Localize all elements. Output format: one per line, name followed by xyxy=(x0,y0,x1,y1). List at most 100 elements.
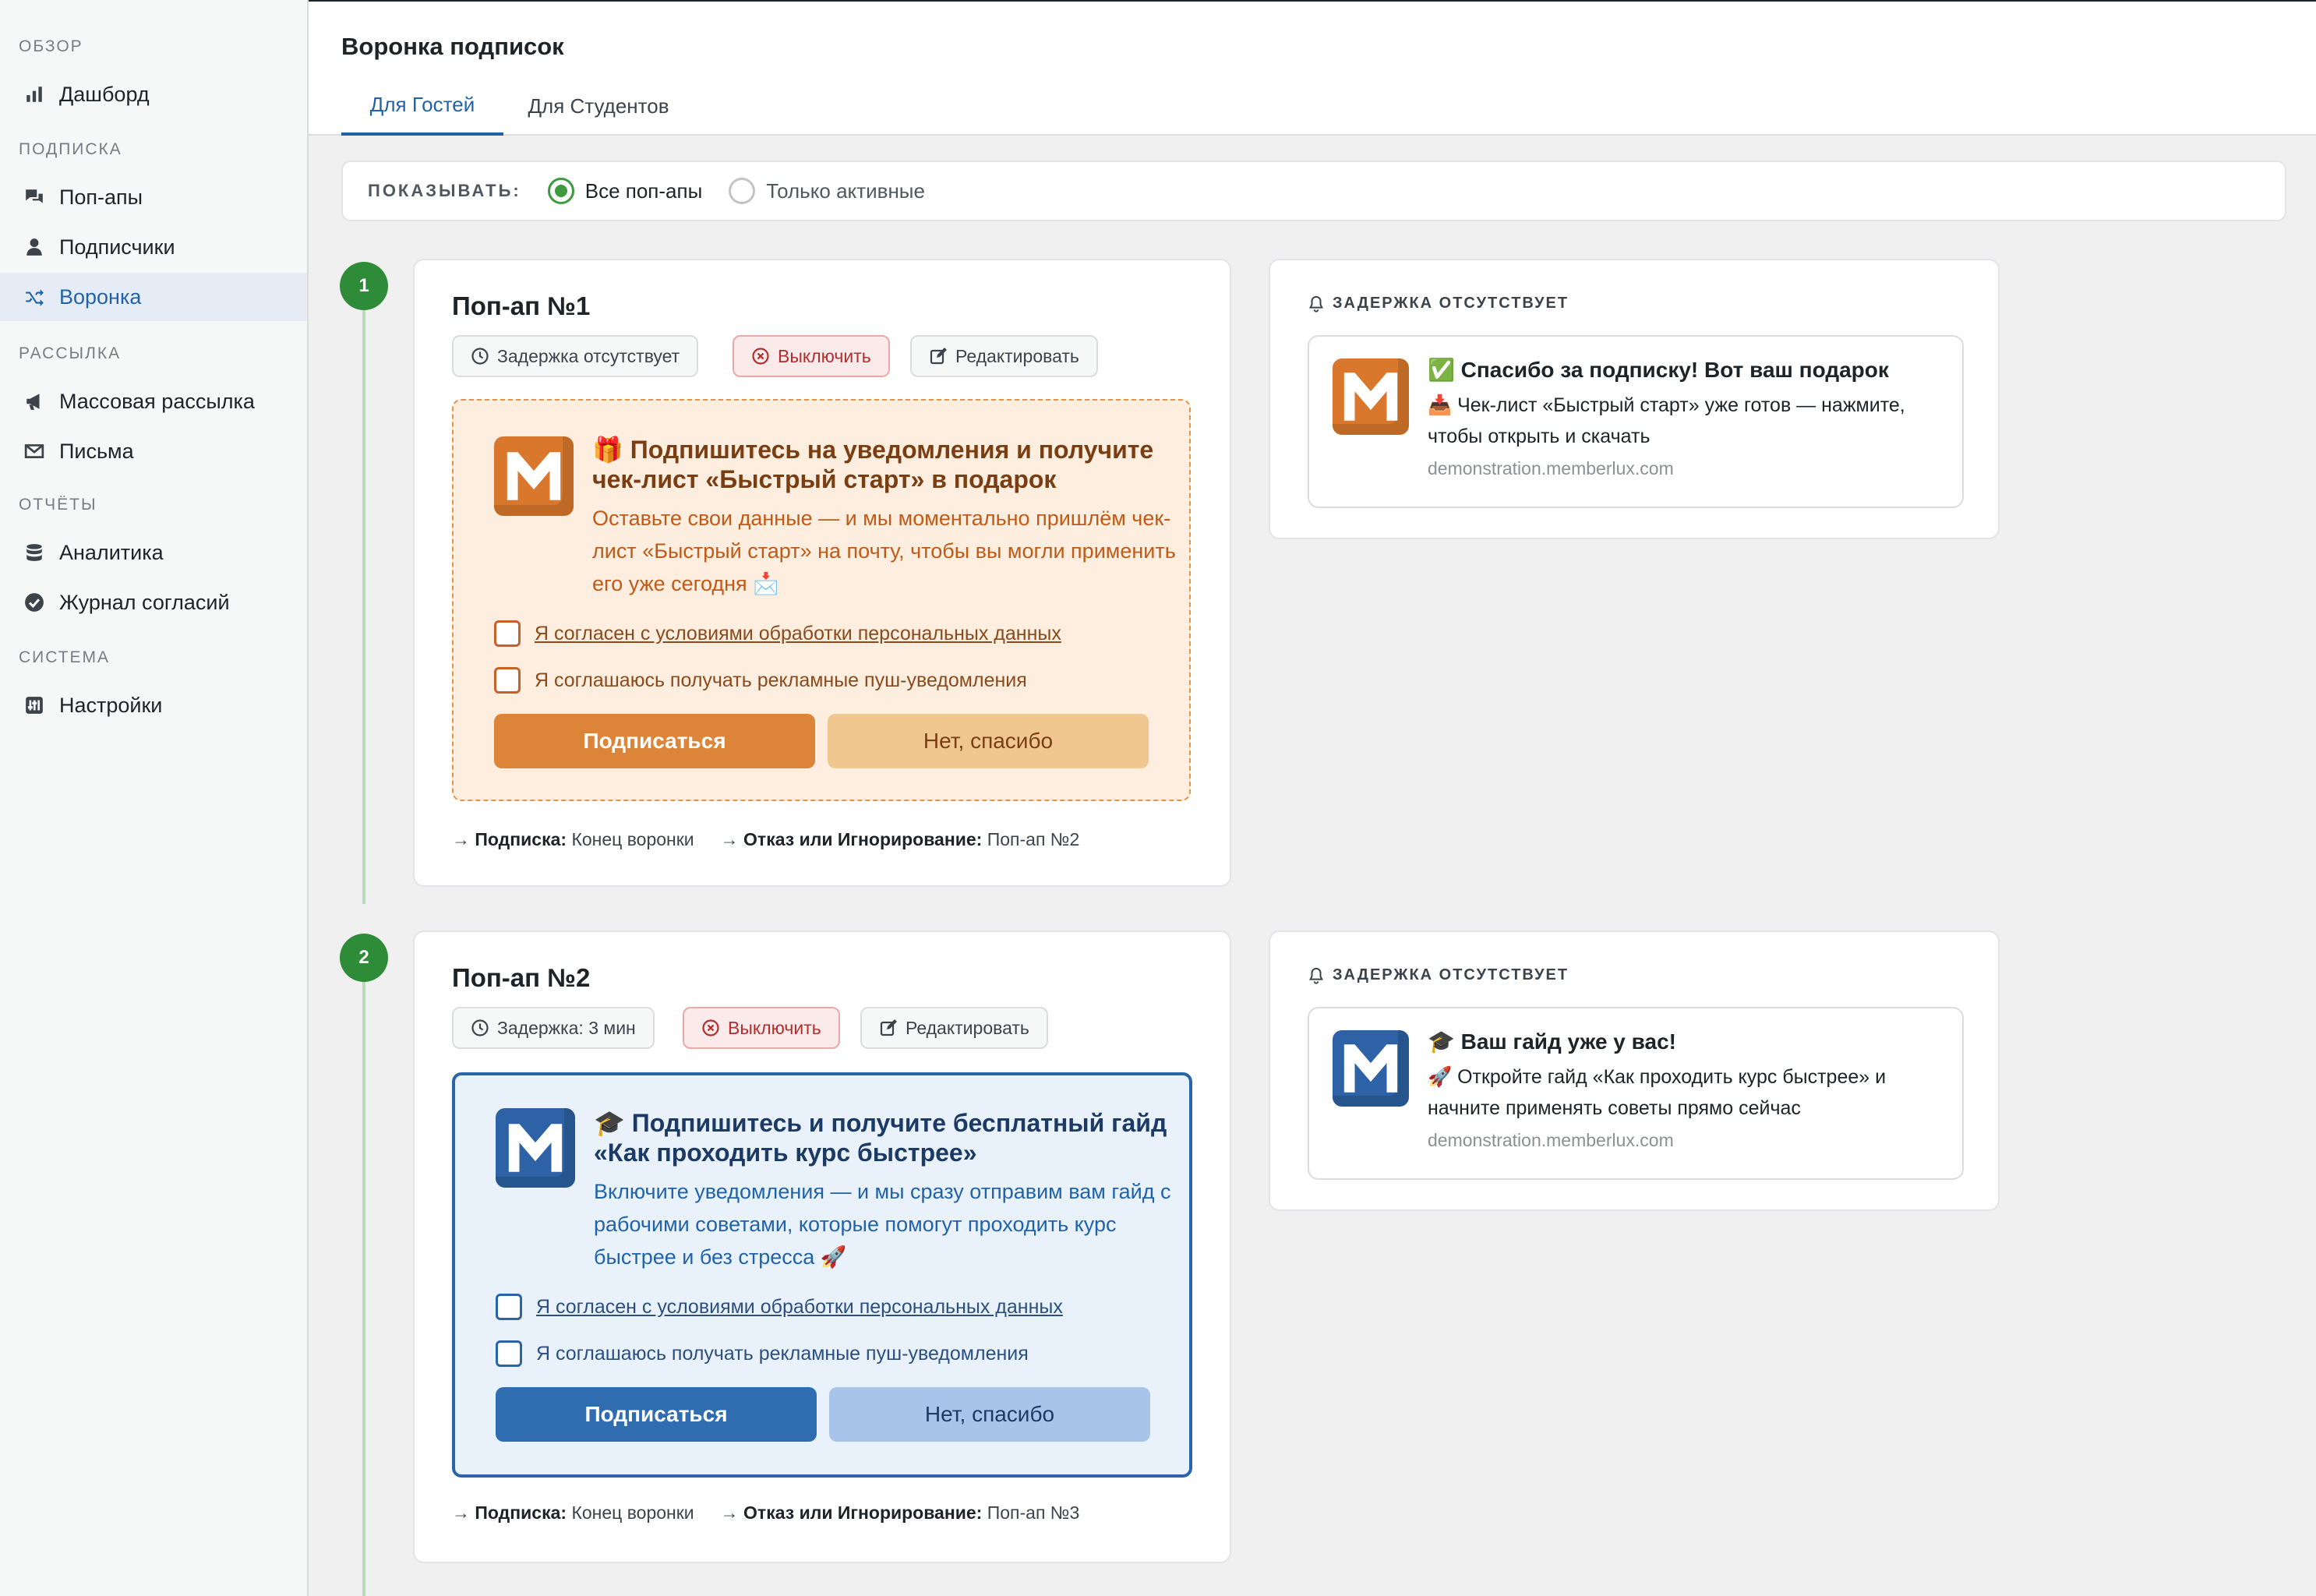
consent-data-checkbox[interactable]: Я согласен с условиями обработки персона… xyxy=(494,620,1061,647)
consent-data-checkbox[interactable]: Я согласен с условиями обработки персона… xyxy=(496,1294,1063,1320)
memberlux-logo-icon xyxy=(1333,1030,1409,1107)
timeline-line xyxy=(362,288,365,904)
consent-push-checkbox[interactable]: Я соглашаюсь получать рекламные пуш-увед… xyxy=(496,1340,1029,1367)
sidebar-item-settings[interactable]: Настройки xyxy=(0,681,307,729)
edit-label: Редактировать xyxy=(906,1017,1029,1038)
preview-text: Включите уведомления — и мы сразу отправ… xyxy=(594,1180,1171,1269)
radio-active-only[interactable]: Только активные xyxy=(729,178,925,204)
consent-push-label: Я соглашаюсь получать рекламные пуш-увед… xyxy=(536,1342,1029,1365)
sliders-icon xyxy=(23,694,45,716)
radio-label: Только активные xyxy=(766,178,925,203)
close-circle-icon xyxy=(752,348,769,365)
memberlux-logo-icon xyxy=(496,1108,575,1188)
consent-data-link[interactable]: Я согласен с условиями обработки персона… xyxy=(535,623,1061,645)
envelope-icon xyxy=(23,440,45,462)
checkbox-box[interactable] xyxy=(494,667,521,694)
checkbox-box[interactable] xyxy=(496,1340,522,1367)
sidebar: ОБЗОР Дашборд ПОДПИСКА Поп-апы Подписчик… xyxy=(0,0,309,1596)
page-title: Воронка подписок xyxy=(341,33,564,60)
sidebar-item-label: Массовая рассылка xyxy=(59,389,255,413)
sidebar-item-dashboard[interactable]: Дашборд xyxy=(0,70,307,118)
sidebar-item-label: Поп-апы xyxy=(59,185,143,209)
sidebar-item-letters[interactable]: Письма xyxy=(0,427,307,475)
notification-site: demonstration.memberlux.com xyxy=(1428,458,1674,478)
notification-delay-header: ЗАДЕРЖКА ОТСУТСТВУЕТ xyxy=(1308,966,1569,984)
sidebar-item-funnel[interactable]: Воронка xyxy=(0,273,307,321)
sidebar-item-subscribers[interactable]: Подписчики xyxy=(0,223,307,271)
sidebar-item-consent-log[interactable]: Журнал согласий xyxy=(0,578,307,627)
tab-guests[interactable]: Для Гостей xyxy=(341,76,503,136)
funnel-route: → Подписка: Конец воронки → Отказ или Иг… xyxy=(452,829,1106,850)
disable-button[interactable]: Выключить xyxy=(683,1007,840,1049)
delay-label: Задержка: 3 мин xyxy=(497,1017,636,1038)
push-notification[interactable]: 🎓 Ваш гайд уже у вас! 🚀 Откройте гайд «К… xyxy=(1308,1007,1964,1180)
funnel-route: → Подписка: Конец воронки → Отказ или Иг… xyxy=(452,1502,1106,1524)
radio-dot-selected[interactable] xyxy=(547,178,574,204)
radio-all-popups[interactable]: Все поп-апы xyxy=(547,178,702,204)
route-subscribe: → Подписка: Конец воронки xyxy=(452,829,694,849)
edit-icon xyxy=(880,1019,897,1036)
delay-button[interactable]: Задержка: 3 мин xyxy=(452,1007,655,1049)
popup-title: Поп-ап №2 xyxy=(452,963,591,992)
consent-data-link[interactable]: Я согласен с условиями обработки персона… xyxy=(536,1296,1063,1319)
push-notification[interactable]: ✅ Спасибо за подписку! Вот ваш подарок 📥… xyxy=(1308,335,1964,508)
user-icon xyxy=(23,236,45,258)
database-icon xyxy=(23,542,45,563)
popup-card: Поп-ап №1 Задержка отсутствует Выключить… xyxy=(413,259,1231,887)
bar-chart-icon xyxy=(23,83,45,105)
close-circle-icon xyxy=(702,1019,719,1036)
sidebar-item-label: Дашборд xyxy=(59,82,150,106)
sidebar-item-popups[interactable]: Поп-апы xyxy=(0,173,307,221)
edit-label: Редактировать xyxy=(955,345,1079,366)
filter-label: ПОКАЗЫВАТЬ: xyxy=(368,181,521,200)
shuffle-icon xyxy=(23,286,45,308)
decline-button[interactable]: Нет, спасибо xyxy=(828,714,1149,768)
sidebar-section-subscription: ПОДПИСКА xyxy=(19,140,122,158)
timeline-line xyxy=(362,960,365,1596)
memberlux-logo-icon xyxy=(1333,358,1409,435)
radio-dot[interactable] xyxy=(729,178,756,204)
decline-button[interactable]: Нет, спасибо xyxy=(829,1387,1150,1442)
sidebar-item-mass-mailing[interactable]: Массовая рассылка xyxy=(0,377,307,425)
sidebar-section-system: СИСТЕМА xyxy=(19,648,111,666)
route-decline: → Отказ или Игнорирование: Поп-ап №2 xyxy=(720,829,1080,849)
sidebar-item-label: Аналитика xyxy=(59,540,164,564)
megaphone-icon xyxy=(23,390,45,412)
consent-push-checkbox[interactable]: Я соглашаюсь получать рекламные пуш-увед… xyxy=(494,667,1027,694)
preview-title: 🎓 Подпишитесь и получите бесплатный гайд… xyxy=(594,1109,1167,1167)
consent-push-label: Я соглашаюсь получать рекламные пуш-увед… xyxy=(535,669,1027,691)
notification-site: demonstration.memberlux.com xyxy=(1428,1130,1674,1150)
tab-students[interactable]: Для Студентов xyxy=(517,76,680,136)
bell-icon xyxy=(1309,967,1323,984)
edit-button[interactable]: Редактировать xyxy=(860,1007,1048,1049)
notification-text: 🚀 Откройте гайд «Как проходить курс быст… xyxy=(1428,1066,1887,1119)
checkbox-box[interactable] xyxy=(494,620,521,647)
disable-label: Выключить xyxy=(728,1017,821,1038)
sidebar-item-analytics[interactable]: Аналитика xyxy=(0,528,307,577)
sidebar-item-label: Журнал согласий xyxy=(59,590,230,614)
clock-icon xyxy=(471,1019,489,1036)
sidebar-section-mailing: РАССЫЛКА xyxy=(19,344,122,362)
subscribe-button[interactable]: Подписаться xyxy=(494,714,815,768)
clock-icon xyxy=(471,348,489,365)
preview-title: 🎁 Подпишитесь на уведомления и получите … xyxy=(592,436,1154,493)
step-badge: 1 xyxy=(340,262,388,310)
notification-text: 📥 Чек-лист «Быстрый старт» уже готов — н… xyxy=(1428,394,1905,447)
delay-button[interactable]: Задержка отсутствует xyxy=(452,335,699,377)
popup-preview: 🎁 Подпишитесь на уведомления и получите … xyxy=(452,399,1191,801)
disable-button[interactable]: Выключить xyxy=(733,335,890,377)
sidebar-item-label: Письма xyxy=(59,439,134,463)
delay-label: Задержка отсутствует xyxy=(497,345,680,366)
notification-delay-header: ЗАДЕРЖКА ОТСУТСТВУЕТ xyxy=(1308,295,1569,312)
page-header: Воронка подписок Для Гостей Для Студенто… xyxy=(309,2,2316,136)
disable-label: Выключить xyxy=(778,345,871,366)
bell-icon xyxy=(1309,295,1323,312)
filter-bar: ПОКАЗЫВАТЬ: Все поп-апы Только активные xyxy=(341,161,2286,221)
edit-button[interactable]: Редактировать xyxy=(910,335,1098,377)
popup-title: Поп-ап №1 xyxy=(452,291,591,320)
edit-icon xyxy=(930,348,947,365)
checkbox-box[interactable] xyxy=(496,1294,522,1320)
subscribe-button[interactable]: Подписаться xyxy=(496,1387,817,1442)
sidebar-section-overview: ОБЗОР xyxy=(19,37,83,55)
step-badge: 2 xyxy=(340,934,388,982)
